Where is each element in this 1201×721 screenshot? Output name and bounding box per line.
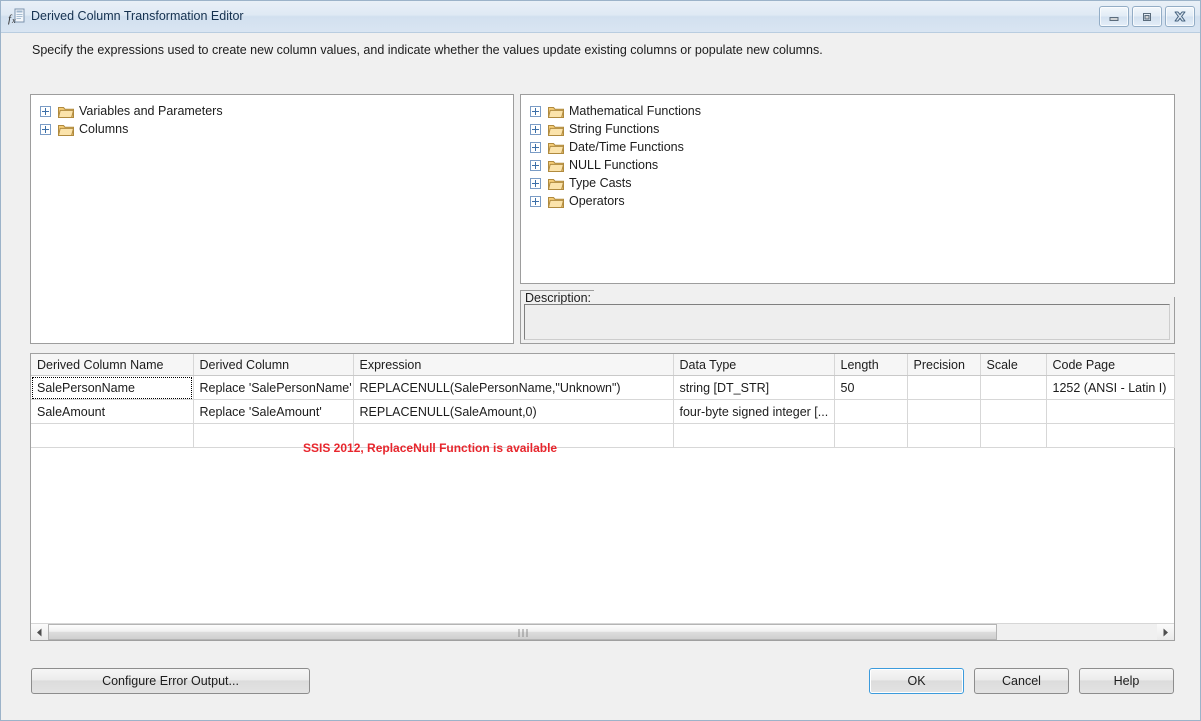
tree-item-operators[interactable]: Operators	[521, 192, 1174, 210]
tree-item-label: Date/Time Functions	[569, 140, 684, 154]
tree-item-mathematical-functions[interactable]: Mathematical Functions	[521, 102, 1174, 120]
tree-item-label: Type Casts	[569, 176, 632, 190]
tree-item-type-casts[interactable]: Type Casts	[521, 174, 1174, 192]
plus-icon[interactable]	[40, 123, 51, 135]
tree-item-label: String Functions	[569, 122, 660, 136]
configure-error-output-button[interactable]: Configure Error Output...	[31, 668, 310, 694]
plus-icon[interactable]	[40, 105, 51, 117]
window-title: Derived Column Transformation Editor	[31, 9, 244, 23]
column-header-scale[interactable]: Scale	[980, 354, 1047, 376]
instruction-text: Specify the expressions used to create n…	[32, 43, 823, 57]
cell-scale[interactable]	[980, 423, 1047, 448]
folder-icon	[547, 105, 565, 118]
scroll-left-icon[interactable]	[31, 624, 48, 640]
cell-expression[interactable]: REPLACENULL(SaleAmount,0)	[353, 399, 674, 424]
dialog-window: f x Derived Column Transformation Editor	[0, 0, 1201, 721]
tree-item-label: Columns	[79, 122, 129, 136]
folder-icon	[547, 159, 565, 172]
grid-header-row: Derived Column Name Derived Column Expre…	[31, 354, 1175, 376]
tree-item-string-functions[interactable]: String Functions	[521, 120, 1174, 138]
title-bar: f x Derived Column Transformation Editor	[1, 1, 1200, 33]
cell-precision[interactable]	[907, 375, 981, 400]
cancel-button[interactable]: Cancel	[974, 668, 1069, 694]
column-header-derived-column[interactable]: Derived Column	[193, 354, 354, 376]
cell-derived-column-name[interactable]: SaleAmount	[31, 399, 194, 424]
cell-scale[interactable]	[980, 399, 1047, 424]
cell-code-page[interactable]	[1046, 399, 1175, 424]
scroll-right-icon[interactable]	[1157, 624, 1174, 640]
horizontal-scrollbar[interactable]	[31, 623, 1174, 640]
cell-precision[interactable]	[907, 399, 981, 424]
tree-item-label: Operators	[569, 194, 625, 208]
close-button[interactable]	[1165, 6, 1195, 27]
cell-length[interactable]	[834, 423, 908, 448]
function-editor-icon: f x	[8, 8, 26, 26]
column-header-length[interactable]: Length	[834, 354, 908, 376]
cell-code-page[interactable]: 1252 (ANSI - Latin I)	[1046, 375, 1175, 400]
cell-data-type[interactable]: four-byte signed integer [...	[673, 399, 835, 424]
description-box	[524, 304, 1170, 340]
functions-tree[interactable]: Mathematical Functions String Functions …	[520, 94, 1175, 284]
column-header-precision[interactable]: Precision	[907, 354, 981, 376]
cell-length[interactable]: 50	[834, 375, 908, 400]
help-button[interactable]: Help	[1079, 668, 1174, 694]
cell-data-type[interactable]: string [DT_STR]	[673, 375, 835, 400]
tree-item-label: NULL Functions	[569, 158, 659, 172]
table-row[interactable]: SaleAmount Replace 'SaleAmount' REPLACEN…	[31, 399, 1175, 424]
tree-item-label: Mathematical Functions	[569, 104, 702, 118]
folder-icon	[547, 195, 565, 208]
cell-data-type[interactable]	[673, 423, 835, 448]
plus-icon[interactable]	[530, 195, 541, 207]
right-tree-list: Mathematical Functions String Functions …	[521, 95, 1174, 210]
grip-icon	[518, 629, 527, 637]
plus-icon[interactable]	[530, 123, 541, 135]
cell-derived-column-name[interactable]: SalePersonName	[31, 375, 194, 400]
column-header-code-page[interactable]: Code Page	[1046, 354, 1175, 376]
cell-length[interactable]	[834, 399, 908, 424]
column-header-derived-column-name[interactable]: Derived Column Name	[31, 354, 194, 376]
table-row[interactable]: SalePersonName Replace 'SalePersonName' …	[31, 375, 1175, 400]
table-row[interactable]	[31, 423, 1175, 448]
grid-table: Derived Column Name Derived Column Expre…	[31, 354, 1175, 448]
column-header-data-type[interactable]: Data Type	[673, 354, 835, 376]
folder-icon	[547, 123, 565, 136]
window-controls	[1099, 6, 1195, 27]
folder-icon	[57, 123, 75, 136]
cell-code-page[interactable]	[1046, 423, 1175, 448]
annotation-text: SSIS 2012, ReplaceNull Function is avail…	[303, 441, 558, 455]
plus-icon[interactable]	[530, 141, 541, 153]
cell-precision[interactable]	[907, 423, 981, 448]
cell-derived-column-name[interactable]	[31, 423, 194, 448]
tree-item-null-functions[interactable]: NULL Functions	[521, 156, 1174, 174]
tree-item-columns[interactable]: Columns	[31, 120, 513, 138]
tree-item-label: Variables and Parameters	[79, 104, 223, 118]
tree-item-variables-and-parameters[interactable]: Variables and Parameters	[31, 102, 513, 120]
column-header-expression[interactable]: Expression	[353, 354, 674, 376]
derived-columns-grid[interactable]: Derived Column Name Derived Column Expre…	[30, 353, 1175, 641]
cell-scale[interactable]	[980, 375, 1047, 400]
scrollbar-thumb[interactable]	[48, 624, 997, 640]
cell-derived-column[interactable]: Replace 'SalePersonName'	[193, 375, 354, 400]
svg-text:x: x	[11, 16, 16, 25]
cell-expression[interactable]: REPLACENULL(SalePersonName,"Unknown")	[353, 375, 674, 400]
folder-icon	[547, 177, 565, 190]
plus-icon[interactable]	[530, 159, 541, 171]
folder-icon	[57, 105, 75, 118]
minimize-button[interactable]	[1099, 6, 1129, 27]
variables-columns-tree[interactable]: Variables and Parameters Columns	[30, 94, 514, 344]
plus-icon[interactable]	[530, 177, 541, 189]
cell-derived-column[interactable]: Replace 'SaleAmount'	[193, 399, 354, 424]
left-tree-list: Variables and Parameters Columns	[31, 95, 513, 138]
folder-icon	[547, 141, 565, 154]
tree-item-date-time-functions[interactable]: Date/Time Functions	[521, 138, 1174, 156]
ok-button[interactable]: OK	[869, 668, 964, 694]
maximize-button[interactable]	[1132, 6, 1162, 27]
plus-icon[interactable]	[530, 105, 541, 117]
